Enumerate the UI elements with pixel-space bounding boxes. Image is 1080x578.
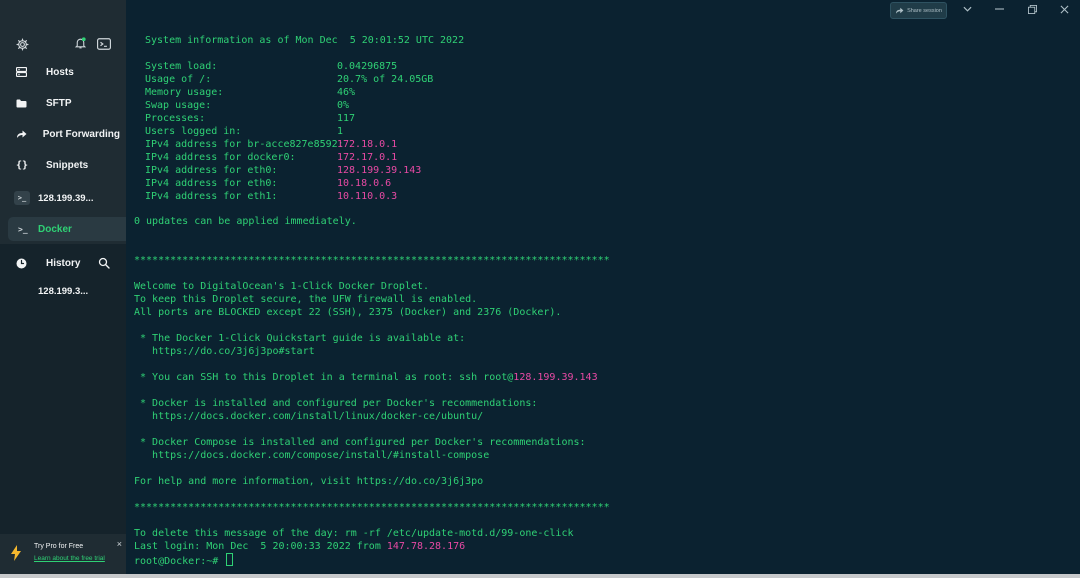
search-icon[interactable] xyxy=(98,257,110,269)
minimize-icon xyxy=(994,8,1004,10)
sidebar-item-sftp[interactable]: SFTP xyxy=(8,92,120,114)
terminal-line: For help and more information, visit htt… xyxy=(134,476,484,487)
terminal-line: * The Docker 1-Click Quickstart guide is… xyxy=(134,333,466,344)
clock-icon xyxy=(16,258,27,268)
terminal-icon[interactable] xyxy=(97,38,111,50)
dropdown-button[interactable] xyxy=(960,3,974,15)
terminal-line: https://docs.docker.com/install/linux/do… xyxy=(134,411,484,422)
terminal-line: All ports are BLOCKED except 22 (SSH), 2… xyxy=(134,307,562,318)
restore-button[interactable] xyxy=(1025,3,1039,15)
terminal-line: Last login: Mon Dec 5 20:00:33 2022 from… xyxy=(134,541,466,552)
close-icon xyxy=(1060,5,1068,13)
terminal-line: ****************************************… xyxy=(134,255,610,266)
sidebar-item-hosts[interactable]: Hosts xyxy=(8,61,120,83)
minimize-button[interactable] xyxy=(992,3,1006,15)
terminal-line: To delete this message of the day: rm -r… xyxy=(134,528,574,539)
hosts-icon xyxy=(16,67,27,77)
terminal-line: https://docs.docker.com/compose/install/… xyxy=(134,450,490,461)
prompt-text: root@Docker:~# xyxy=(134,556,225,567)
lightning-icon xyxy=(11,545,21,561)
app-window: Hosts SFTP Port Forwarding {} Snippets >… xyxy=(0,0,1080,578)
sidebar-session-host[interactable]: >_ 128.199.39... xyxy=(8,185,120,211)
sidebar-item-label: Snippets xyxy=(46,159,89,171)
terminal-session-icon: >_ xyxy=(14,191,30,205)
session-label: 128.199.39... xyxy=(38,192,94,204)
terminal-prompt[interactable]: root@Docker:~# xyxy=(134,553,234,567)
sidebar-session-docker[interactable]: >_ Docker xyxy=(8,217,126,241)
sidebar: Hosts SFTP Port Forwarding {} Snippets >… xyxy=(0,0,126,574)
bell-icon[interactable] xyxy=(74,36,87,50)
terminal-line: Welcome to DigitalOcean's 1-Click Docker… xyxy=(134,281,430,292)
snippets-icon: {} xyxy=(16,159,29,171)
terminal-line: * Docker Compose is installed and config… xyxy=(134,437,586,448)
terminal-line: ****************************************… xyxy=(134,502,610,513)
promo-title: Try Pro for Free xyxy=(34,543,84,550)
session-label: Docker xyxy=(38,223,72,235)
terminal-line: https://do.co/3j6j3po#start xyxy=(134,346,315,357)
history-entry[interactable]: 128.199.3... xyxy=(38,286,88,297)
sidebar-item-label: Hosts xyxy=(46,66,74,78)
terminal-line: 0 updates can be applied immediately. xyxy=(134,216,357,227)
terminal-line: * Docker is installed and configured per… xyxy=(134,398,538,409)
terminal-cursor xyxy=(226,553,234,566)
terminal-session-icon: >_ xyxy=(18,224,28,234)
chevron-down-icon xyxy=(962,6,972,12)
bottom-edge xyxy=(0,574,1080,578)
sidebar-item-history[interactable]: History xyxy=(8,252,120,274)
folder-icon xyxy=(16,99,27,107)
sidebar-item-snippets[interactable]: {} Snippets xyxy=(8,154,120,176)
terminal-output[interactable]: System information as of Mon Dec 5 20:01… xyxy=(126,24,1080,574)
share-session-label: Share session xyxy=(907,7,942,14)
pro-trial-banner: Try Pro for Free Learn about the free tr… xyxy=(0,534,126,574)
sidebar-toolbar xyxy=(0,34,126,54)
close-window-button[interactable] xyxy=(1057,3,1071,15)
sidebar-item-label: Port Forwarding xyxy=(42,128,120,140)
share-session-button[interactable]: Share session xyxy=(890,2,947,19)
sidebar-item-label: History xyxy=(46,257,81,269)
free-trial-link[interactable]: Learn about the free trial xyxy=(34,555,105,562)
share-icon xyxy=(896,7,904,14)
port-forwarding-icon xyxy=(17,130,27,138)
sidebar-item-label: SFTP xyxy=(46,97,72,109)
terminal-line: * You can SSH to this Droplet in a termi… xyxy=(134,372,598,383)
sidebar-item-port-forwarding[interactable]: Port Forwarding xyxy=(8,123,120,145)
terminal-line: To keep this Droplet secure, the UFW fir… xyxy=(134,294,478,305)
sidebar-top: Hosts SFTP Port Forwarding {} Snippets >… xyxy=(0,0,126,244)
close-icon[interactable]: × xyxy=(117,539,122,549)
restore-icon xyxy=(1027,4,1037,14)
gear-icon[interactable] xyxy=(16,38,29,51)
